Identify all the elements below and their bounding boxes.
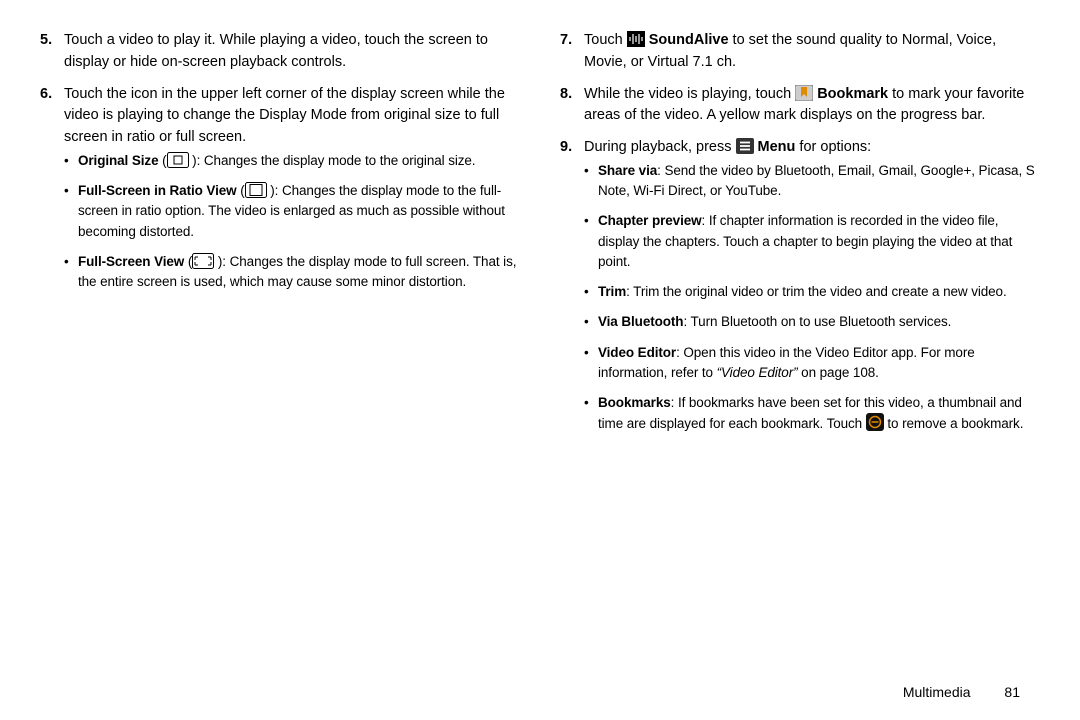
bullet-video-editor: Video Editor: Open this video in the Vid…: [584, 343, 1040, 384]
step-9: 9. During playback, press Menu for optio…: [560, 137, 1040, 445]
bullet-chapter-preview: Chapter preview: If chapter information …: [584, 211, 1040, 272]
section-label: Multimedia: [903, 684, 971, 700]
ratio-view-icon: [245, 182, 267, 198]
original-size-icon: [167, 152, 189, 168]
page-footer: Multimedia 81: [903, 684, 1020, 700]
menu-label: Menu: [754, 139, 796, 155]
step-number: 7.: [560, 30, 584, 74]
lead-label: Full-Screen in Ratio View: [78, 183, 237, 198]
step-8: 8. While the video is playing, touch Boo…: [560, 84, 1040, 128]
bullet-rest: Changes the display mode to the original…: [204, 153, 476, 168]
step-text: Touch the icon in the upper left corner …: [64, 86, 505, 146]
step-number: 9.: [560, 137, 584, 445]
menu-icon: [736, 138, 754, 154]
bookmark-icon: [795, 85, 813, 101]
right-column: 7. Touch SoundAlive to set the sound qua…: [560, 30, 1040, 455]
bullet-full-screen: Full-Screen View ( ): Changes the displa…: [64, 252, 520, 293]
full-screen-icon: [192, 253, 214, 269]
soundalive-icon: [627, 31, 645, 47]
step-number: 5.: [40, 30, 64, 74]
step-text: Touch a video to play it. While playing …: [64, 30, 520, 74]
step-5: 5. Touch a video to play it. While playi…: [40, 30, 520, 74]
step-number: 8.: [560, 84, 584, 128]
bullet-via-bluetooth: Via Bluetooth: Turn Bluetooth on to use …: [584, 312, 1040, 332]
video-editor-ref: “Video Editor”: [717, 365, 798, 380]
step-number: 6.: [40, 84, 64, 303]
bullet-ratio-view: Full-Screen in Ratio View ( ): Changes t…: [64, 181, 520, 242]
bullet-share-via: Share via: Send the video by Bluetooth, …: [584, 161, 1040, 202]
remove-bookmark-icon: [866, 413, 884, 431]
soundalive-label: SoundAlive: [645, 32, 729, 48]
left-column: 5. Touch a video to play it. While playi…: [40, 30, 520, 455]
page-number: 81: [1004, 684, 1020, 700]
bullet-original-size: Original Size ( ): Changes the display m…: [64, 151, 520, 171]
bullet-bookmarks: Bookmarks: If bookmarks have been set fo…: [584, 393, 1040, 435]
bullet-trim: Trim: Trim the original video or trim th…: [584, 282, 1040, 302]
lead-label: Full-Screen View: [78, 254, 184, 269]
bookmark-label: Bookmark: [813, 86, 888, 102]
step-6: 6. Touch the icon in the upper left corn…: [40, 84, 520, 303]
lead-label: Original Size: [78, 153, 158, 168]
step-7: 7. Touch SoundAlive to set the sound qua…: [560, 30, 1040, 74]
